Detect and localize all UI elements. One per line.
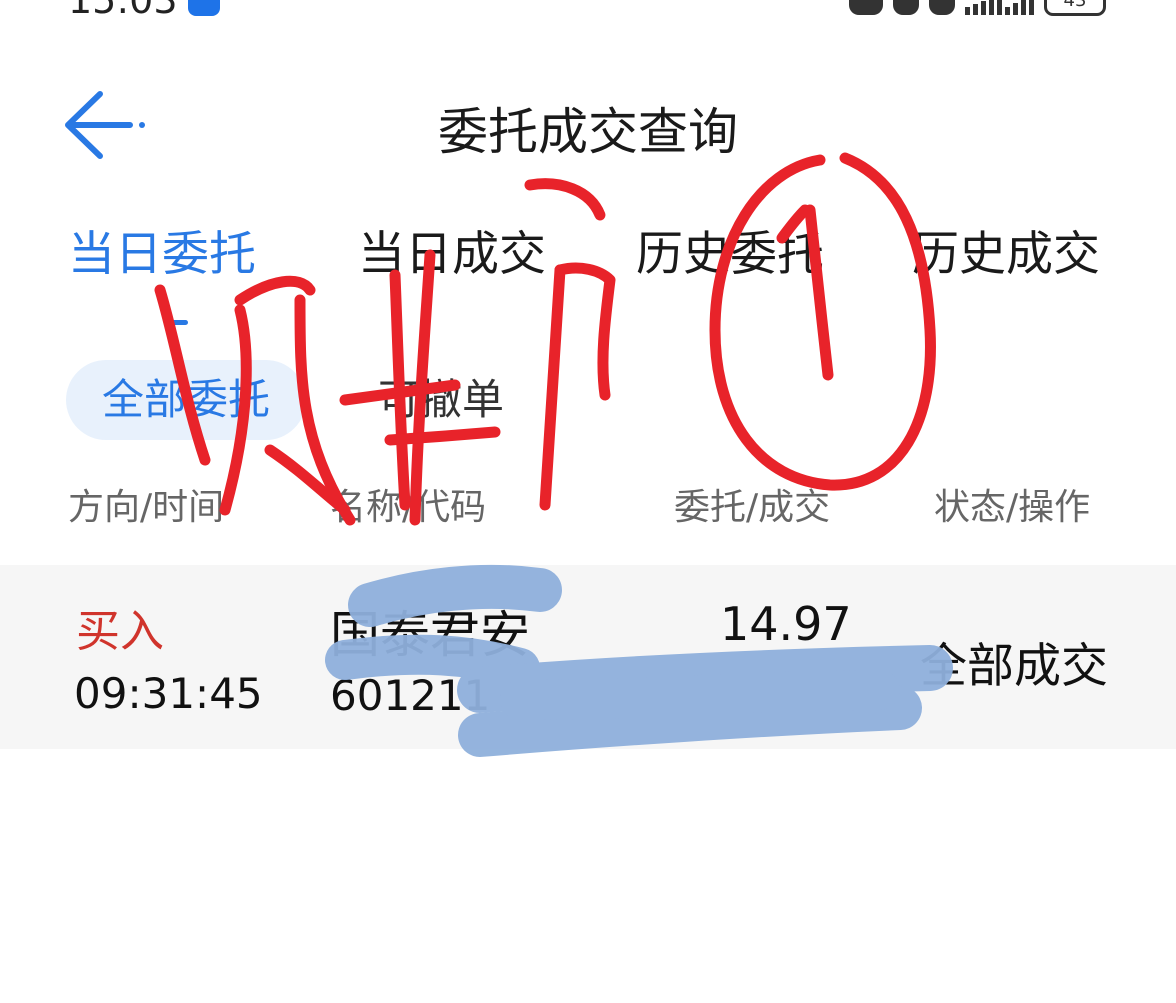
table-header: 方向/时间 名称/代码 委托/成交 状态/操作 bbox=[0, 478, 1176, 528]
active-tab-indicator bbox=[166, 320, 188, 325]
wifi-icon bbox=[929, 0, 955, 15]
page-title: 委托成交查询 bbox=[438, 103, 738, 161]
table-row[interactable]: 买入 09:31:45 国泰君安 601211 14.97 全部成交 bbox=[0, 565, 1176, 749]
tab-history-orders[interactable]: 历史委托 bbox=[636, 215, 824, 284]
order-status: 全部成交 bbox=[920, 639, 1108, 694]
order-direction: 买入 bbox=[76, 606, 164, 657]
status-icons: 43 bbox=[849, 0, 1106, 16]
filter-cancelable[interactable]: 可撤单 bbox=[378, 360, 504, 440]
eye-comfort-icon bbox=[849, 0, 883, 15]
order-time: 09:31:45 bbox=[74, 669, 263, 718]
column-direction-time: 方向/时间 bbox=[68, 487, 225, 528]
column-status-action: 状态/操作 bbox=[934, 487, 1091, 528]
signal-icon bbox=[965, 0, 1034, 15]
tab-history-trades[interactable]: 历史成交 bbox=[912, 215, 1100, 284]
notification-app-icon bbox=[188, 0, 220, 16]
column-name-code: 名称/代码 bbox=[330, 487, 487, 528]
status-time: 15:03 bbox=[68, 0, 178, 22]
status-bar: 15:03 43 bbox=[0, 0, 1176, 22]
stock-code: 601211 bbox=[330, 671, 491, 720]
filter-all-orders[interactable]: 全部委托 bbox=[66, 360, 307, 440]
column-order-trade: 委托/成交 bbox=[674, 487, 831, 528]
battery-icon: 43 bbox=[1044, 0, 1106, 16]
order-price: 14.97 bbox=[720, 597, 852, 651]
nav-bar: 委托成交查询 bbox=[0, 70, 1176, 180]
tab-today-orders[interactable]: 当日委托 bbox=[68, 215, 256, 284]
filter-row: 全部委托 可撤单 bbox=[0, 360, 1176, 446]
tab-today-trades[interactable]: 当日成交 bbox=[358, 215, 546, 284]
stock-name: 国泰君安 bbox=[330, 606, 530, 664]
order-tabs: 当日委托 当日成交 历史委托 历史成交 bbox=[0, 215, 1176, 335]
nfc-icon bbox=[893, 0, 919, 15]
